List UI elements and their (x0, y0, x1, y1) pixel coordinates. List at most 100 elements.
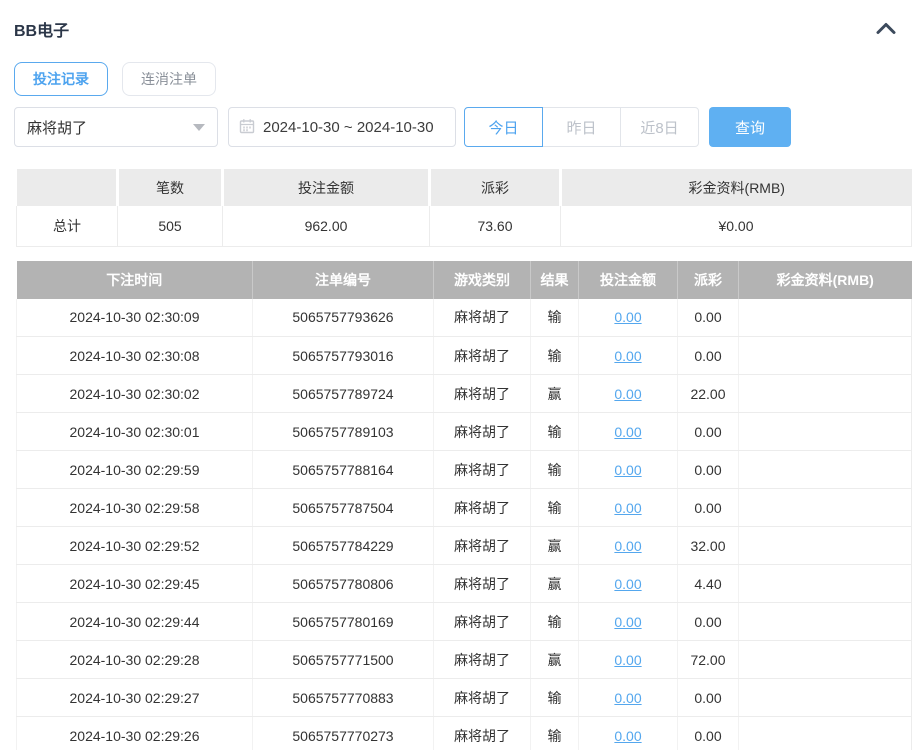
summary-total-bonus: ¥0.00 (560, 206, 912, 247)
cell-game-type: 麻将胡了 (433, 336, 531, 375)
cell-game-type: 麻将胡了 (433, 412, 531, 451)
calendar-icon (239, 118, 255, 137)
cell-bet-time: 2024-10-30 02:29:26 (16, 716, 253, 750)
bet-table-body: 2024-10-30 02:30:09 5065757793626 麻将胡了 输… (16, 298, 912, 750)
game-select[interactable]: 麻将胡了 (14, 107, 218, 147)
panel-header: BB电子 (14, 16, 907, 42)
cell-result: 输 (530, 716, 579, 750)
cell-result: 输 (530, 298, 579, 337)
cell-bet-amount: 0.00 (578, 450, 678, 489)
bet-amount-link[interactable]: 0.00 (614, 424, 641, 440)
cell-bet-time: 2024-10-30 02:30:08 (16, 336, 253, 375)
cell-bonus (738, 602, 912, 641)
cell-payout: 0.00 (677, 488, 739, 527)
cell-bonus (738, 412, 912, 451)
col-header-bet-time: 下注时间 (16, 260, 253, 299)
cell-bet-time: 2024-10-30 02:29:52 (16, 526, 253, 565)
cell-order-no: 5065757789103 (252, 412, 434, 451)
bet-amount-link[interactable]: 0.00 (614, 690, 641, 706)
summary-header-empty (16, 169, 119, 206)
cell-bet-time: 2024-10-30 02:29:28 (16, 640, 253, 679)
table-row: 2024-10-30 02:29:44 5065757780169 麻将胡了 输… (16, 602, 912, 641)
cell-bet-time: 2024-10-30 02:30:02 (16, 374, 253, 413)
table-row: 2024-10-30 02:30:08 5065757793016 麻将胡了 输… (16, 336, 912, 375)
cell-payout: 72.00 (677, 640, 739, 679)
summary-header-row: 笔数 投注金额 派彩 彩金资料(RMB) (16, 169, 912, 206)
table-row: 2024-10-30 02:29:58 5065757787504 麻将胡了 输… (16, 488, 912, 527)
cell-result: 输 (530, 336, 579, 375)
bet-amount-link[interactable]: 0.00 (614, 309, 641, 325)
col-header-bet-amount: 投注金额 (578, 260, 678, 299)
bet-amount-link[interactable]: 0.00 (614, 576, 641, 592)
col-header-payout: 派彩 (677, 260, 739, 299)
cell-payout: 0.00 (677, 412, 739, 451)
summary-total-label: 总计 (16, 206, 118, 247)
collapse-button[interactable] (875, 21, 897, 38)
cell-payout: 0.00 (677, 716, 739, 750)
search-button[interactable]: 查询 (709, 107, 791, 147)
cell-result: 输 (530, 602, 579, 641)
col-header-bonus: 彩金资料(RMB) (738, 260, 912, 299)
tab-bet-records[interactable]: 投注记录 (14, 62, 108, 96)
bet-amount-link[interactable]: 0.00 (614, 538, 641, 554)
cell-order-no: 5065757789724 (252, 374, 434, 413)
cell-order-no: 5065757784229 (252, 526, 434, 565)
cell-bet-amount: 0.00 (578, 640, 678, 679)
cell-bet-amount: 0.00 (578, 602, 678, 641)
quick-range-yesterday[interactable]: 昨日 (542, 107, 621, 147)
cell-bet-time: 2024-10-30 02:30:01 (16, 412, 253, 451)
cell-payout: 0.00 (677, 336, 739, 375)
cell-bet-amount: 0.00 (578, 678, 678, 717)
bet-amount-link[interactable]: 0.00 (614, 462, 641, 478)
cell-result: 赢 (530, 640, 579, 679)
cell-payout: 0.00 (677, 450, 739, 489)
cell-bet-amount: 0.00 (578, 488, 678, 527)
bet-amount-link[interactable]: 0.00 (614, 386, 641, 402)
cell-bonus (738, 298, 912, 337)
cell-payout: 0.00 (677, 678, 739, 717)
tab-cancelled-orders[interactable]: 连消注单 (122, 62, 216, 96)
col-header-order-no: 注单编号 (252, 260, 434, 299)
cell-bet-time: 2024-10-30 02:29:59 (16, 450, 253, 489)
bet-amount-link[interactable]: 0.00 (614, 348, 641, 364)
table-row: 2024-10-30 02:29:52 5065757784229 麻将胡了 赢… (16, 526, 912, 565)
cell-game-type: 麻将胡了 (433, 374, 531, 413)
cell-result: 赢 (530, 526, 579, 565)
bet-records-panel: BB电子 投注记录 连消注单 麻将胡了 2024-10-30 ~ 2024-10… (0, 0, 912, 750)
summary-header-bonus: 彩金资料(RMB) (560, 169, 912, 206)
cell-result: 输 (530, 488, 579, 527)
bet-amount-link[interactable]: 0.00 (614, 500, 641, 516)
table-row: 2024-10-30 02:29:27 5065757770883 麻将胡了 输… (16, 678, 912, 717)
cell-order-no: 5065757788164 (252, 450, 434, 489)
quick-range-last-8-days[interactable]: 近8日 (620, 107, 699, 147)
cell-result: 输 (530, 412, 579, 451)
cell-payout: 0.00 (677, 602, 739, 641)
cell-bet-time: 2024-10-30 02:29:27 (16, 678, 253, 717)
summary-total-row: 总计 505 962.00 73.60 ¥0.00 (16, 206, 912, 247)
bet-amount-link[interactable]: 0.00 (614, 652, 641, 668)
summary-table: 笔数 投注金额 派彩 彩金资料(RMB) 总计 505 962.00 73.60… (16, 169, 912, 247)
cell-payout: 4.40 (677, 564, 739, 603)
col-header-result: 结果 (530, 260, 579, 299)
date-range-picker[interactable]: 2024-10-30 ~ 2024-10-30 (228, 107, 456, 147)
cell-order-no: 5065757771500 (252, 640, 434, 679)
quick-range-today[interactable]: 今日 (464, 107, 543, 147)
cell-order-no: 5065757780169 (252, 602, 434, 641)
bet-records-table: 下注时间 注单编号 游戏类别 结果 投注金额 派彩 彩金资料(RMB) 2024… (16, 260, 912, 750)
cell-payout: 32.00 (677, 526, 739, 565)
cell-bet-amount: 0.00 (578, 412, 678, 451)
col-header-game-type: 游戏类别 (433, 260, 531, 299)
filter-bar: 麻将胡了 2024-10-30 ~ 2024-10-30 今日 昨日 近8日 查… (14, 107, 907, 147)
cell-bonus (738, 716, 912, 750)
cell-bonus (738, 488, 912, 527)
summary-header-count: 笔数 (117, 169, 224, 206)
bet-amount-link[interactable]: 0.00 (614, 614, 641, 630)
cell-order-no: 5065757780806 (252, 564, 434, 603)
cell-game-type: 麻将胡了 (433, 602, 531, 641)
summary-total-count: 505 (117, 206, 223, 247)
bet-amount-link[interactable]: 0.00 (614, 728, 641, 744)
cell-bet-time: 2024-10-30 02:29:44 (16, 602, 253, 641)
summary-total-bet-amount: 962.00 (222, 206, 430, 247)
cell-bonus (738, 450, 912, 489)
cell-order-no: 5065757793626 (252, 298, 434, 337)
